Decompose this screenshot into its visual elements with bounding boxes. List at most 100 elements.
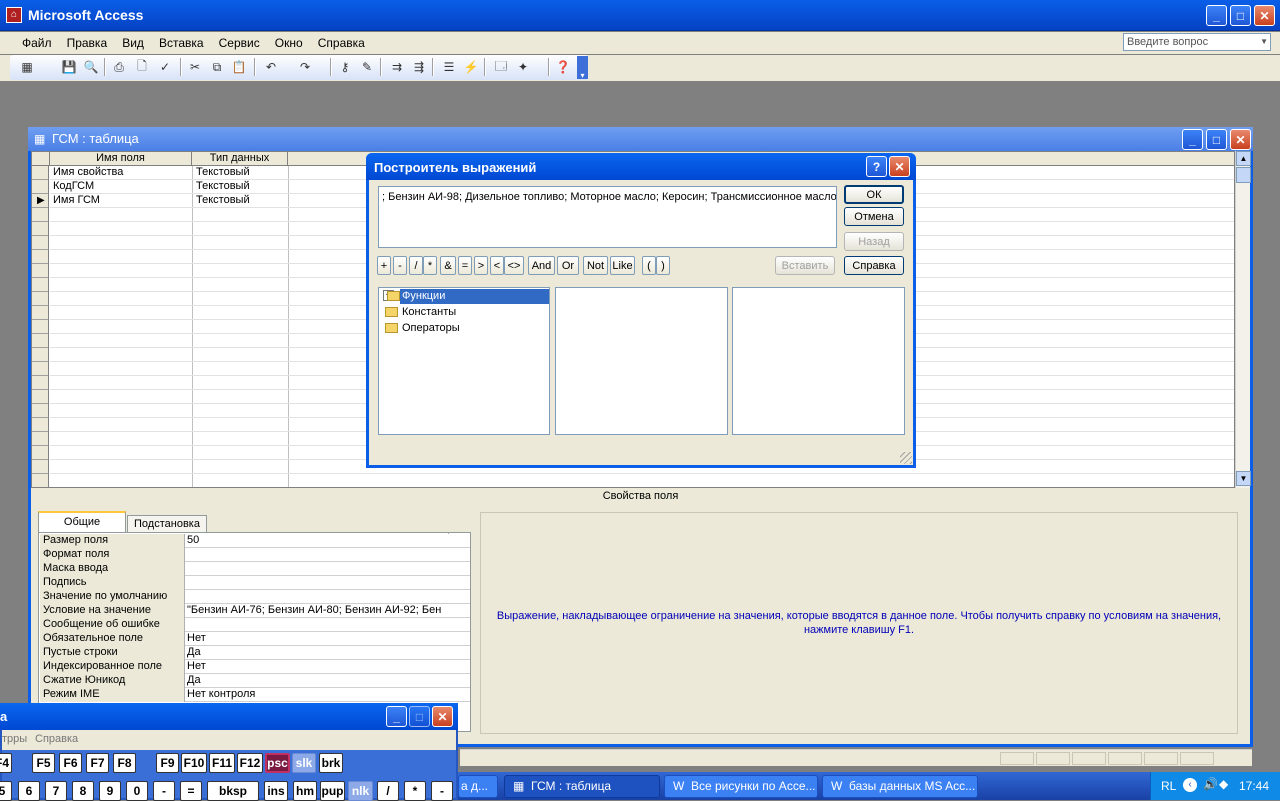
field-name-cell[interactable]: КодГСМ: [50, 180, 192, 194]
table-minimize-icon[interactable]: _: [1182, 129, 1203, 150]
property-row[interactable]: Маска ввода: [40, 562, 470, 576]
property-value[interactable]: Да: [186, 674, 448, 688]
property-row[interactable]: Формат поля: [40, 548, 470, 562]
element-list[interactable]: [732, 287, 905, 435]
data-type-cell[interactable]: Текстовый: [193, 180, 289, 194]
property-row[interactable]: Пустые строки Да: [40, 646, 470, 660]
view-icon[interactable]: ▦: [18, 58, 36, 76]
field-name-cell[interactable]: Имя свойства: [50, 166, 192, 180]
operator-minus-button[interactable]: -: [393, 256, 407, 275]
dialog-close-icon[interactable]: ✕: [889, 156, 910, 177]
key-numpad-minus[interactable]: -: [431, 781, 453, 801]
osk-minimize-icon[interactable]: _: [386, 706, 407, 727]
tree-item-constants[interactable]: Константы: [381, 305, 549, 320]
key-backspace[interactable]: bksp: [207, 781, 259, 801]
osk-menu-settings[interactable]: трры: [2, 730, 27, 748]
operator-greater-button[interactable]: >: [474, 256, 488, 275]
key-print-screen[interactable]: psc: [265, 753, 290, 773]
back-button[interactable]: Назад: [844, 232, 904, 251]
resize-grip-icon[interactable]: [900, 452, 912, 464]
scroll-up-icon[interactable]: ▲: [1236, 151, 1251, 166]
key-page-up[interactable]: pup: [320, 781, 345, 801]
data-type-cell[interactable]: Текстовый: [193, 194, 289, 208]
menu-window[interactable]: Окно: [269, 33, 309, 53]
ok-button[interactable]: ОК: [844, 185, 904, 204]
property-value[interactable]: Нет контроля: [186, 688, 448, 702]
key-f10[interactable]: F10: [181, 753, 207, 773]
key-0[interactable]: 0: [126, 781, 148, 801]
menu-insert[interactable]: Вставка: [153, 33, 210, 53]
operator-open-paren-button[interactable]: (: [642, 256, 656, 275]
delete-rows-icon[interactable]: ⇶: [410, 58, 428, 76]
grid-vertical-scrollbar[interactable]: ▲ ▼: [1235, 151, 1251, 488]
clock[interactable]: 17:44: [1239, 779, 1269, 793]
tree-item-operators[interactable]: Операторы: [381, 321, 549, 336]
maximize-icon[interactable]: □: [1230, 5, 1251, 26]
menu-help[interactable]: Справка: [312, 33, 371, 53]
key-num-lock[interactable]: nlk: [348, 781, 373, 801]
property-value[interactable]: [186, 590, 448, 604]
column-header-data-type[interactable]: Тип данных: [192, 152, 288, 166]
key-7[interactable]: 7: [45, 781, 67, 801]
operator-and-button[interactable]: And: [528, 256, 555, 275]
key-f6[interactable]: F6: [59, 753, 82, 773]
insert-rows-icon[interactable]: ⇉: [388, 58, 406, 76]
operator-not-button[interactable]: Not: [583, 256, 608, 275]
table-close-icon[interactable]: ✕: [1230, 129, 1251, 150]
database-window-icon[interactable]: 🗔: [492, 58, 510, 76]
key-scroll-lock[interactable]: slk: [292, 753, 316, 773]
language-indicator[interactable]: RL: [1161, 779, 1176, 793]
property-value[interactable]: "Бензин АИ-76; Бензин АИ-80; Бензин АИ-9…: [186, 604, 448, 618]
menu-tools[interactable]: Сервис: [213, 33, 266, 53]
property-row[interactable]: Условие на значение "Бензин АИ-76; Бензин…: [40, 604, 470, 618]
key-equal[interactable]: =: [180, 781, 202, 801]
access-app-icon[interactable]: ⌂: [6, 7, 22, 23]
taskbar-item[interactable]: а д...: [458, 775, 498, 798]
property-value[interactable]: 50: [186, 534, 448, 548]
key-f11[interactable]: F11: [209, 753, 235, 773]
paste-icon[interactable]: 📋: [230, 58, 248, 76]
property-value[interactable]: [186, 576, 448, 590]
property-row[interactable]: Сжатие Юникод Да: [40, 674, 470, 688]
osk-menu-help[interactable]: Справка: [35, 730, 78, 748]
key-numpad-multiply[interactable]: *: [404, 781, 426, 801]
paste-button[interactable]: Вставить: [775, 256, 835, 275]
redo-icon[interactable]: ↷: [296, 58, 314, 76]
operator-plus-button[interactable]: +: [377, 256, 391, 275]
property-row[interactable]: Режим IME Нет контроля: [40, 688, 470, 702]
table-row[interactable]: Имя ГСМ Текстовый: [50, 194, 290, 208]
spelling-icon[interactable]: ✓: [156, 58, 174, 76]
menu-view[interactable]: Вид: [116, 33, 150, 53]
cut-icon[interactable]: ✂: [186, 58, 204, 76]
menu-file[interactable]: Файл: [16, 33, 58, 53]
property-row[interactable]: Сообщение об ошибке: [40, 618, 470, 632]
property-value[interactable]: Да: [186, 646, 448, 660]
column-header-field-name[interactable]: Имя поля: [49, 152, 192, 166]
key-home[interactable]: hm: [293, 781, 317, 801]
new-object-icon[interactable]: ✦: [514, 58, 532, 76]
help-search-input[interactable]: Введите вопрос ▼: [1123, 33, 1271, 51]
operator-divide-button[interactable]: /: [409, 256, 423, 275]
save-icon[interactable]: 💾: [60, 58, 78, 76]
operator-close-paren-button[interactable]: ): [656, 256, 670, 275]
key-8[interactable]: 8: [72, 781, 94, 801]
minimize-icon[interactable]: _: [1206, 5, 1227, 26]
chevron-down-icon[interactable]: ▼: [1260, 34, 1268, 50]
scroll-thumb[interactable]: [1236, 167, 1251, 183]
key-minus[interactable]: -: [153, 781, 175, 801]
close-icon[interactable]: ✕: [1254, 5, 1275, 26]
key-f12[interactable]: F12: [237, 753, 263, 773]
key-f4[interactable]: F4: [0, 753, 12, 773]
key-9[interactable]: 9: [99, 781, 121, 801]
operator-like-button[interactable]: Like: [610, 256, 635, 275]
key-f5[interactable]: F5: [32, 753, 55, 773]
tab-lookup[interactable]: Подстановка: [127, 515, 207, 533]
osk-maximize-icon[interactable]: □: [409, 706, 430, 727]
property-value[interactable]: [186, 618, 448, 632]
property-row[interactable]: Индексированное поле Нет: [40, 660, 470, 674]
property-value[interactable]: [186, 562, 448, 576]
property-row[interactable]: Обязательное поле Нет: [40, 632, 470, 646]
taskbar-item-active[interactable]: ▦ ГСМ : таблица: [504, 775, 660, 798]
category-list[interactable]: [555, 287, 728, 435]
key-f8[interactable]: F8: [113, 753, 136, 773]
